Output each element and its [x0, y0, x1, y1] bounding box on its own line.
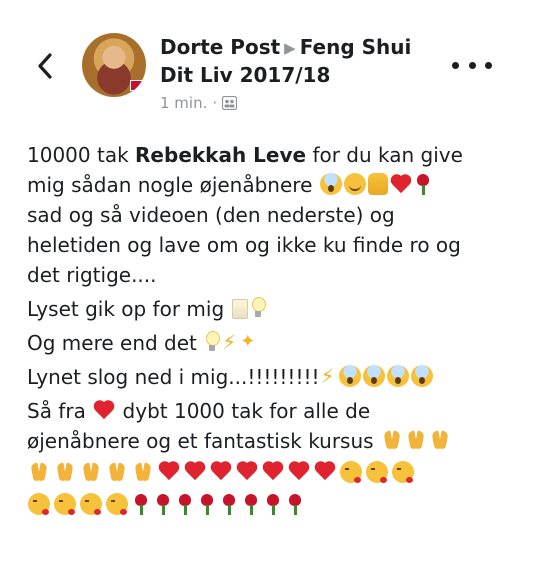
kiss-emoji-icon: [28, 493, 50, 515]
heart-emoji-icon: [314, 462, 336, 482]
heart-emoji-icon: [184, 462, 206, 482]
group-name-line1[interactable]: Feng Shui: [300, 35, 412, 59]
rose-emoji-icon: [414, 173, 432, 195]
heart-emoji-icon: [158, 462, 180, 482]
pray-emoji-icon: [106, 461, 128, 483]
text: Lyset gik op for mig: [27, 297, 225, 321]
bulb-emoji-icon: [204, 331, 221, 353]
post-line: 10000 tak Rebekkah Leve for du kan give: [27, 140, 527, 170]
rose-emoji-icon: [198, 493, 216, 515]
right-triangle-icon: ▶: [284, 39, 296, 57]
text: dybt 1000 tak for alle de: [122, 399, 371, 423]
text: øjenåbnere og et fantastisk kursus: [27, 429, 374, 453]
heart-emoji-icon: [390, 175, 412, 195]
pray-emoji-icon: [381, 429, 403, 451]
post-meta: 1 min. ·: [160, 94, 450, 112]
candle-emoji-icon: [231, 299, 248, 319]
post-body: 10000 tak Rebekkah Leve for du kan give …: [27, 140, 527, 524]
scream-emoji-icon: [362, 365, 385, 387]
kiss-emoji-icon: [366, 461, 388, 483]
post-line: Så fra dybt 1000 tak for alle de: [27, 396, 527, 426]
more-horizontal-icon: [452, 61, 459, 69]
bolt-emoji-icon: [321, 361, 337, 391]
rose-emoji-icon: [154, 493, 172, 515]
pray-emoji-icon: [132, 461, 154, 483]
text: 10000 tak: [27, 143, 136, 167]
rose-emoji-icon: [220, 493, 238, 515]
pray-emoji-icon: [28, 461, 50, 483]
chevron-left-icon: [38, 53, 52, 79]
heart-emoji-icon: [210, 462, 232, 482]
post-line: mig sådan nogle øjenåbnere: [27, 170, 527, 200]
more-dot: [468, 61, 476, 69]
thumb-emoji-icon: [367, 173, 388, 195]
timestamp[interactable]: 1 min.: [160, 94, 207, 112]
post-line: det rigtige....: [27, 263, 157, 287]
emoji-row: [27, 456, 527, 488]
post-line: Og mere end det: [27, 327, 527, 358]
kiss-emoji-icon: [340, 461, 362, 483]
post-header: Dorte Post ▶ Feng Shui Dit Liv 2017/18 1 m…: [160, 34, 450, 112]
flag-badge-icon: [130, 80, 144, 91]
kiss-emoji-icon: [54, 493, 76, 515]
rose-emoji-icon: [264, 493, 282, 515]
post-title: Dorte Post ▶ Feng Shui Dit Liv 2017/18: [160, 34, 450, 88]
post-line: heletiden og lave om og ikke ku finde ro…: [27, 233, 461, 257]
kiss-emoji-icon: [80, 493, 102, 515]
post-line: sad og så videoen (den nederste) og: [27, 203, 395, 227]
paragraph-1: 10000 tak Rebekkah Leve for du kan give …: [27, 140, 527, 290]
pray-emoji-icon: [405, 429, 427, 451]
kiss-emoji-icon: [106, 493, 128, 515]
rose-emoji-icon: [286, 493, 304, 515]
heart-emoji-icon: [236, 462, 258, 482]
kiss-emoji-icon: [392, 461, 414, 483]
scream-emoji-icon: [338, 365, 361, 387]
heart-emoji-icon: [288, 462, 310, 482]
smile-emoji-icon: [343, 173, 366, 195]
paragraph-3: Og mere end det: [27, 327, 527, 358]
paragraph-4: Lynet slog ned i mig...!!!!!!!!!: [27, 361, 527, 392]
bulb-emoji-icon: [250, 297, 266, 319]
text: Lynet slog ned i mig...!!!!!!!!!: [27, 365, 320, 389]
bolt-emoji-icon: [222, 327, 238, 357]
back-button[interactable]: [30, 48, 60, 84]
rose-emoji-icon: [242, 493, 260, 515]
meta-separator: ·: [212, 94, 218, 112]
rose-emoji-icon: [176, 493, 194, 515]
group-icon: [222, 95, 238, 111]
paragraph-2: Lyset gik op for mig: [27, 294, 527, 324]
avatar[interactable]: [82, 33, 146, 97]
more-dot: [485, 61, 492, 69]
author-name[interactable]: Dorte Post: [160, 35, 280, 59]
pray-emoji-icon: [429, 429, 451, 451]
scream-emoji-icon: [319, 173, 342, 195]
pray-emoji-icon: [80, 461, 102, 483]
dizzy-emoji-icon: [240, 327, 264, 357]
text: Så fra: [27, 399, 86, 423]
heart-emoji-icon: [93, 401, 115, 421]
mention-link[interactable]: Rebekkah Leve: [135, 143, 306, 167]
more-options-button[interactable]: [452, 52, 492, 78]
post-line: øjenåbnere og et fantastisk kursus: [27, 426, 527, 456]
post-line: Lynet slog ned i mig...!!!!!!!!!: [27, 361, 527, 392]
group-name-line2[interactable]: Dit Liv 2017/18: [160, 63, 330, 87]
heart-emoji-icon: [262, 462, 284, 482]
scream-emoji-icon: [386, 365, 409, 387]
text: for du kan give: [306, 143, 463, 167]
emoji-row: [27, 488, 527, 520]
paragraph-5: Så fra dybt 1000 tak for alle de øjenåbn…: [27, 396, 527, 520]
text: mig sådan nogle øjenåbnere: [27, 173, 313, 197]
pray-emoji-icon: [54, 461, 76, 483]
post-line: Lyset gik op for mig: [27, 294, 527, 324]
rose-emoji-icon: [132, 493, 150, 515]
scream-emoji-icon: [410, 365, 433, 387]
text: Og mere end det: [27, 331, 197, 355]
